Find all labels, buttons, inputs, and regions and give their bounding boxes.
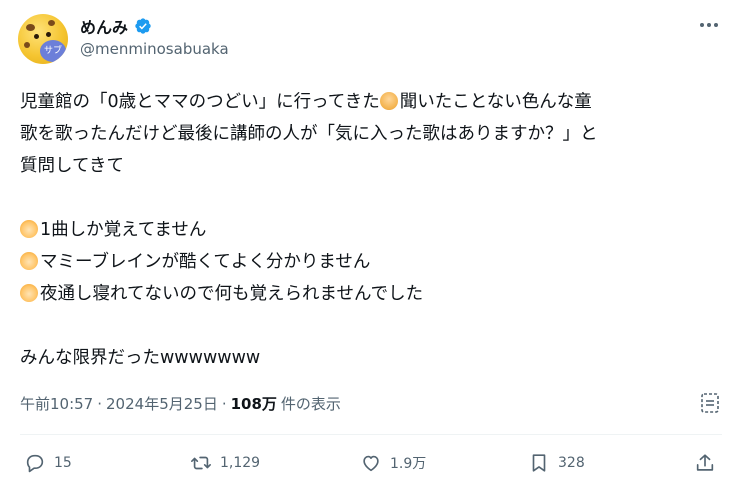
avatar-badge: サブ xyxy=(40,40,66,62)
retweet-count: 1,129 xyxy=(220,455,261,471)
verified-badge-icon xyxy=(135,18,151,34)
retweet-button[interactable]: 1,129 xyxy=(190,452,260,474)
tweet-line: 歌を歌ったんだけど最後に講師の人が「気に入った歌はありますか？」と xyxy=(20,124,598,144)
tweet-line: 質問してきて xyxy=(20,156,124,176)
tweet-line: 児童館の「0歳とママのつどい」に行ってきた 聞いたことない色んな童 xyxy=(20,92,592,112)
reply-icon xyxy=(26,454,44,473)
tweet-line: マミーブレインが酷くてよく分かりません xyxy=(20,246,732,278)
tweet-meta: 午前10:57 · 2024年5月25日 · 108万 件の表示 xyxy=(20,393,341,414)
share-button[interactable] xyxy=(694,452,716,474)
like-icon xyxy=(363,455,379,472)
reply-button[interactable]: 15 xyxy=(24,452,72,474)
face-emoji-icon xyxy=(20,284,38,302)
author-name-row[interactable]: めんみ xyxy=(80,14,152,38)
views-label: 件の表示 xyxy=(280,395,341,413)
divider xyxy=(20,434,722,435)
more-options-icon[interactable] xyxy=(700,20,724,30)
tweet-line: 夜通し寝れてないので何も覚えられませんでした xyxy=(20,278,732,310)
tweet-line: 1曲しか覚えてません xyxy=(20,214,732,246)
avatar[interactable]: サブ xyxy=(18,14,68,64)
bookmark-button[interactable]: 328 xyxy=(528,452,585,474)
share-icon xyxy=(696,454,714,471)
bookmark-icon xyxy=(532,454,546,472)
views-count: 108万 xyxy=(230,395,277,413)
bookmark-count: 328 xyxy=(558,455,585,471)
emoji-icon xyxy=(379,92,398,110)
reply-count: 15 xyxy=(54,455,72,471)
tweet-text: 児童館の「0歳とママのつどい」に行ってきた 聞いたことない色んな童 歌を歌ったんだ… xyxy=(20,86,732,374)
post-time[interactable]: 午前10:57 xyxy=(20,393,93,414)
action-bar: 15 1,129 1.9万 328 xyxy=(0,452,742,484)
like-count: 1.9万 xyxy=(390,456,427,472)
display-name[interactable]: めんみ xyxy=(80,14,128,38)
retweet-icon xyxy=(191,456,211,470)
like-button[interactable]: 1.9万 xyxy=(360,452,426,474)
author-handle[interactable]: @menminosabuaka xyxy=(80,40,229,58)
face-emoji-icon xyxy=(20,220,38,238)
face-emoji-icon xyxy=(20,252,38,270)
tweet-line: みんな限界だったwwwwwww xyxy=(20,348,261,368)
post-date[interactable]: 2024年5月25日 xyxy=(106,393,218,414)
edit-history-icon[interactable] xyxy=(700,392,720,414)
